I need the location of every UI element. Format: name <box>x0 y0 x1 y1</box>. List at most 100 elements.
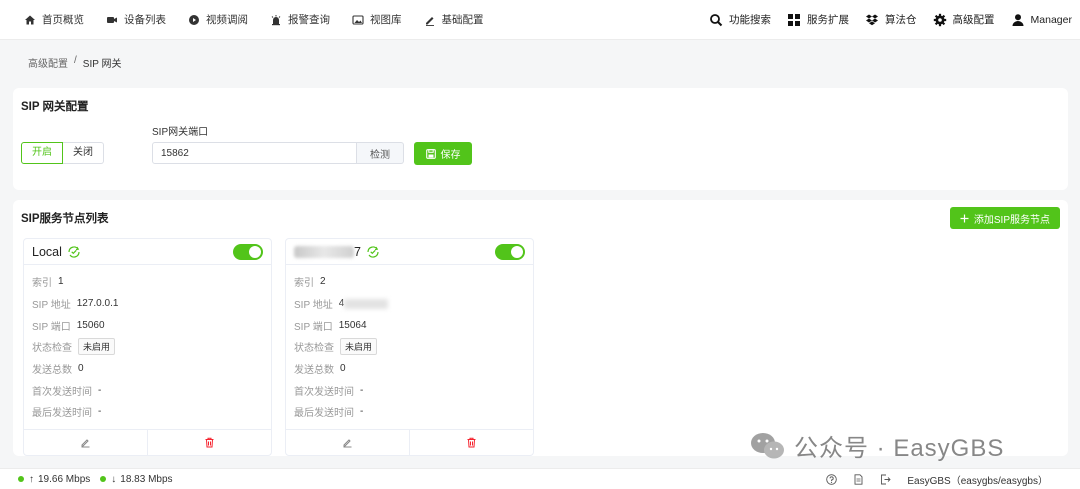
sent-total-label: 发送总数 <box>294 365 334 377</box>
edit-node-button[interactable] <box>24 430 147 455</box>
nav-home-label: 首页概览 <box>42 14 84 26</box>
gateway-config-title: SIP 网关配置 <box>21 101 89 113</box>
port-label: SIP 端口 <box>294 321 333 333</box>
nav-search[interactable]: 功能搜索 <box>709 12 771 27</box>
last-sent-value: - <box>98 406 102 418</box>
gear-icon <box>933 13 946 26</box>
add-sip-node-label: 添加SIP服务节点 <box>973 214 1050 226</box>
sip-node-actions <box>286 429 533 455</box>
gateway-switch: 开启 关闭 <box>21 142 104 164</box>
nav-gallery-label: 视图库 <box>370 14 402 26</box>
wechat-icon <box>751 432 784 458</box>
download-status: ↓ 18.83 Mbps <box>100 473 173 485</box>
play-circle-icon <box>189 14 199 25</box>
breadcrumb-separator: / <box>74 55 77 66</box>
pencil-icon <box>425 16 434 26</box>
nav-basic-config-label: 基础配置 <box>441 14 484 26</box>
top-navbar: 首页概览 设备列表 视频调阅 报警查询 视图库 基础配置 功能搜索 服务扩展 算… <box>0 0 1080 40</box>
last-sent-label: 最后发送时间 <box>32 408 92 420</box>
enable-button[interactable]: 开启 <box>21 142 63 164</box>
health-label: 状态检查 <box>294 343 334 355</box>
status-right: EasyGBS（easygbs/easygbs） <box>826 472 1080 487</box>
nav-extensions[interactable]: 服务扩展 <box>787 12 849 27</box>
nav-extensions-label: 服务扩展 <box>807 14 850 26</box>
dropbox-icon <box>866 14 879 25</box>
port-value: 15060 <box>76 319 105 331</box>
node-enable-toggle[interactable] <box>495 243 525 260</box>
alarm-icon <box>271 14 281 25</box>
image-icon <box>352 14 364 25</box>
node-health-row: 状态检查 未启用 <box>294 336 525 358</box>
save-button[interactable]: 保存 <box>414 142 472 165</box>
upload-status: ↑ 19.66 Mbps <box>18 474 90 485</box>
node-first-sent-row: 首次发送时间 - <box>32 379 263 401</box>
online-dot <box>100 476 107 482</box>
node-last-sent-row: 最后发送时间 - <box>32 401 263 423</box>
sip-node-name: Local <box>32 244 62 259</box>
nav-alarm-label: 报警查询 <box>288 14 330 26</box>
nav-advanced-config[interactable]: 高级配置 <box>933 12 995 27</box>
nav-basic-config[interactable]: 基础配置 <box>424 12 484 27</box>
nav-home[interactable]: 首页概览 <box>24 12 84 27</box>
nav-algorithms-label: 算法仓 <box>885 14 917 26</box>
address-label: SIP 地址 <box>32 300 71 312</box>
node-last-sent-row: 最后发送时间 - <box>294 401 525 423</box>
video-camera-icon <box>107 16 117 23</box>
check-button[interactable]: 检测 <box>357 142 404 164</box>
port-value: 15064 <box>338 319 367 331</box>
sent-total-value: 0 <box>340 363 346 375</box>
nav-user[interactable]: Manager <box>1011 13 1072 27</box>
nav-alarm[interactable]: 报警查询 <box>270 12 330 27</box>
edit-icon <box>81 439 90 448</box>
sip-node-card: 7 索引 2 SIP 地址 4 SIP 端口 15064 状态检查 未启用 发送总数 0 … <box>285 238 534 456</box>
breadcrumb-parent[interactable]: 高级配置 <box>28 55 68 70</box>
nav-devices[interactable]: 设备列表 <box>106 12 166 27</box>
node-port-row: SIP 端口 15064 <box>294 314 525 336</box>
sip-node-name-redacted <box>294 245 354 258</box>
nav-search-label: 功能搜索 <box>729 14 772 26</box>
nav-video-label: 视频调阅 <box>206 14 248 26</box>
arrow-down-icon: ↓ <box>111 473 117 485</box>
product-info: EasyGBS（easygbs/easygbs） <box>907 475 1048 487</box>
address-redacted <box>344 298 389 309</box>
health-label: 状态检查 <box>32 343 72 355</box>
nav-algorithms[interactable]: 算法仓 <box>865 12 917 27</box>
save-icon <box>425 148 436 159</box>
index-label: 索引 <box>294 278 314 290</box>
node-address-row: SIP 地址 127.0.0.1 <box>32 293 263 315</box>
online-dot <box>18 476 24 482</box>
node-sent-row: 发送总数 0 <box>294 358 525 380</box>
delete-node-button[interactable] <box>409 430 533 455</box>
index-value: 1 <box>58 276 64 288</box>
watermark-text: 公众号 · EasyGBS <box>794 435 1005 462</box>
node-sent-row: 发送总数 0 <box>32 358 263 380</box>
sent-total-value: 0 <box>78 363 84 375</box>
gateway-port-input[interactable] <box>152 142 357 164</box>
search-icon <box>710 13 723 26</box>
nav-left: 首页概览 设备列表 视频调阅 报警查询 视图库 基础配置 <box>0 12 506 27</box>
sip-node-header: 7 <box>286 239 533 265</box>
sip-node-name: 7 <box>354 244 361 259</box>
first-sent-value: - <box>360 384 364 396</box>
delete-node-button[interactable] <box>147 430 271 455</box>
arrow-up-icon: ↑ <box>29 473 34 485</box>
node-enable-toggle[interactable] <box>233 243 263 260</box>
disable-button[interactable]: 关闭 <box>63 142 104 164</box>
help-icon[interactable] <box>826 473 838 485</box>
sent-total-label: 发送总数 <box>32 365 72 377</box>
first-sent-label: 首次发送时间 <box>294 386 354 398</box>
sip-node-body: 索引 2 SIP 地址 4 SIP 端口 15064 状态检查 未启用 发送总数 0 首次… <box>286 265 533 423</box>
home-icon <box>25 15 35 24</box>
logout-icon[interactable] <box>880 474 892 485</box>
breadcrumb: 高级配置 / SIP 网关 <box>28 55 122 70</box>
last-sent-label: 最后发送时间 <box>294 408 354 420</box>
gateway-config-card: SIP 网关配置 开启 关闭 SIP网关端口 检测 保存 <box>13 88 1068 190</box>
sip-node-header: Local <box>24 239 271 265</box>
edit-node-button[interactable] <box>286 430 409 455</box>
node-index-row: 索引 1 <box>32 271 263 293</box>
nav-video[interactable]: 视频调阅 <box>188 12 248 27</box>
document-icon[interactable] <box>853 473 864 485</box>
sip-node-card: Local 索引 1 SIP 地址 127.0.0.1 SIP 端口 15060 状态… <box>23 238 272 456</box>
add-sip-node-button[interactable]: 添加SIP服务节点 <box>949 207 1060 229</box>
nav-gallery[interactable]: 视图库 <box>352 12 402 27</box>
